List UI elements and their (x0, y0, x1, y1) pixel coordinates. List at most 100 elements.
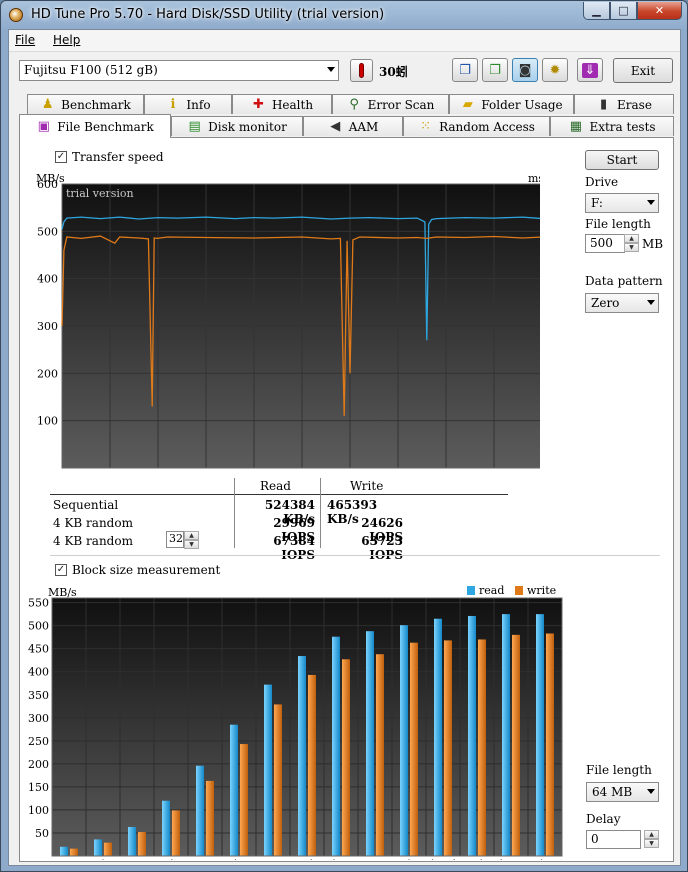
row-4kb-random-label: 4 KB random (53, 516, 133, 530)
legend-read-label: read (479, 584, 504, 597)
exit-button[interactable]: Exit (613, 58, 673, 83)
tab-erase[interactable]: ▮ Erase (574, 94, 674, 114)
tab-folder-usage-label: Folder Usage (481, 97, 563, 112)
bar-write (512, 634, 520, 856)
bar-read (366, 631, 374, 856)
menu-help[interactable]: Help (53, 33, 80, 47)
y-tick-label: 100 (28, 804, 49, 817)
hdtune-app-icon (9, 8, 23, 22)
block-file-length-label: File length (586, 763, 652, 777)
options-icon: ✹ (549, 62, 561, 78)
start-button[interactable]: Start (585, 150, 659, 170)
options-button[interactable]: ✹ (542, 58, 568, 82)
bar-read (434, 618, 442, 856)
health-cross-icon: ✚ (252, 97, 264, 112)
x-tick-label: 1024 (429, 858, 457, 860)
drive-combobox[interactable]: F: (585, 193, 659, 213)
y-tick-label: 250 (28, 735, 49, 748)
queue-depth-input[interactable]: 32 (166, 531, 184, 548)
tab-random-access[interactable]: ⁙ Random Access (403, 116, 550, 136)
tab-aam[interactable]: ◀ AAM (303, 116, 403, 136)
results-header-read: Read (260, 479, 291, 493)
chevron-down-icon (647, 200, 655, 205)
delay-spinner[interactable]: ▲ ▼ (644, 830, 659, 848)
bar-read (196, 765, 204, 856)
save-button[interactable]: ⇓ (577, 58, 603, 82)
file-benchmark-icon: ▣ (37, 119, 50, 134)
queue-depth-spinner[interactable]: ▲ ▼ (184, 531, 199, 549)
file-length-input[interactable]: 500 (585, 234, 625, 253)
y-tick-label: 200 (28, 758, 49, 771)
tab-error-scan[interactable]: ⚲ Error Scan (332, 94, 449, 114)
y-tick-label: 150 (28, 781, 49, 794)
monitor-icon: ▤ (188, 119, 201, 134)
bar-write (206, 780, 214, 856)
menu-bar: File Help (9, 30, 680, 52)
tab-file-benchmark[interactable]: ▣ File Benchmark (19, 114, 171, 138)
results-header-write: Write (350, 479, 384, 493)
tab-error-scan-label: Error Scan (367, 97, 435, 112)
close-button[interactable]: ✕ (637, 2, 682, 20)
x-tick-label: 8192 (531, 858, 559, 860)
spin-down-icon[interactable]: ▼ (644, 839, 659, 848)
legend-write-label: write (527, 584, 556, 597)
camera-icon: ◙ (518, 62, 532, 78)
bar-write (104, 842, 112, 856)
tab-extra-tests[interactable]: ▦ Extra tests (550, 116, 674, 136)
spin-down-icon[interactable]: ▼ (624, 243, 639, 252)
x-tick-label: 4 (168, 858, 175, 860)
chevron-down-icon (647, 300, 655, 305)
x-tick-label: 1 (100, 858, 107, 860)
y-tick-label: 500 (28, 620, 49, 633)
delay-input[interactable]: 0 (586, 830, 641, 849)
drive-select[interactable]: Fujitsu F100 (512 gB) (19, 60, 339, 81)
copy-icon: ❐ (459, 62, 471, 78)
menu-file-label: File (15, 33, 36, 47)
client-area: File Help Fujitsu F100 (512 gB) 30蚓 ❐ ❐ … (8, 29, 681, 866)
temperature-button[interactable] (350, 59, 373, 82)
tab-disk-monitor[interactable]: ▤ Disk monitor (171, 116, 303, 136)
bar-write (410, 642, 418, 856)
x-tick-label: 512 (399, 858, 420, 860)
spin-up-icon[interactable]: ▲ (644, 830, 659, 839)
x-tick-label: 16 (232, 858, 246, 860)
folder-icon: ▰ (462, 97, 473, 112)
maximize-button[interactable]: □ (610, 2, 637, 20)
title-bar[interactable]: HD Tune Pro 5.70 - Hard Disk/SSD Utility… (1, 1, 687, 29)
copy-text-button[interactable]: ❐ (452, 58, 478, 82)
extra-tests-icon: ▦ (569, 119, 583, 134)
minimize-button[interactable]: ▁ (583, 2, 610, 20)
menu-file[interactable]: File (15, 33, 35, 47)
results-col-line (234, 478, 235, 548)
copy-all-icon: ❐ (489, 62, 501, 78)
speaker-icon: ◀ (330, 119, 341, 134)
results-divider (50, 494, 508, 495)
magnifier-icon: ⚲ (349, 97, 359, 112)
tab-health[interactable]: ✚ Health (232, 94, 332, 114)
spin-down-icon[interactable]: ▼ (184, 540, 199, 549)
section-separator (50, 555, 660, 556)
tab-info[interactable]: ℹ Info (144, 94, 232, 114)
y-tick-label: 400 (28, 666, 49, 679)
y-tick-label: 350 (28, 689, 49, 702)
bar-read (298, 656, 306, 856)
file-length-label: File length (585, 217, 651, 231)
bar-write (70, 848, 78, 856)
file-length-spinner[interactable]: ▲ ▼ (624, 234, 639, 252)
data-pattern-combobox[interactable]: Zero (585, 293, 659, 313)
tab-benchmark[interactable]: ♟ Benchmark (27, 94, 144, 114)
screenshot-button[interactable]: ◙ (512, 58, 538, 82)
x-tick-label: 256 (365, 858, 386, 860)
window-title: HD Tune Pro 5.70 - Hard Disk/SSD Utility… (31, 7, 385, 22)
y-axis-label: MB/s (48, 586, 77, 599)
bar-read (162, 800, 170, 856)
down-arrow-icon: ⇓ (581, 62, 599, 78)
tab-folder-usage[interactable]: ▰ Folder Usage (449, 94, 574, 114)
bar-write (172, 810, 180, 856)
spin-up-icon[interactable]: ▲ (624, 234, 639, 243)
copy-all-button[interactable]: ❐ (482, 58, 508, 82)
block-file-length-combobox[interactable]: 64 MB (586, 782, 659, 802)
tab-aam-label: AAM (348, 119, 379, 134)
spin-up-icon[interactable]: ▲ (184, 531, 199, 540)
bar-write (240, 744, 248, 856)
